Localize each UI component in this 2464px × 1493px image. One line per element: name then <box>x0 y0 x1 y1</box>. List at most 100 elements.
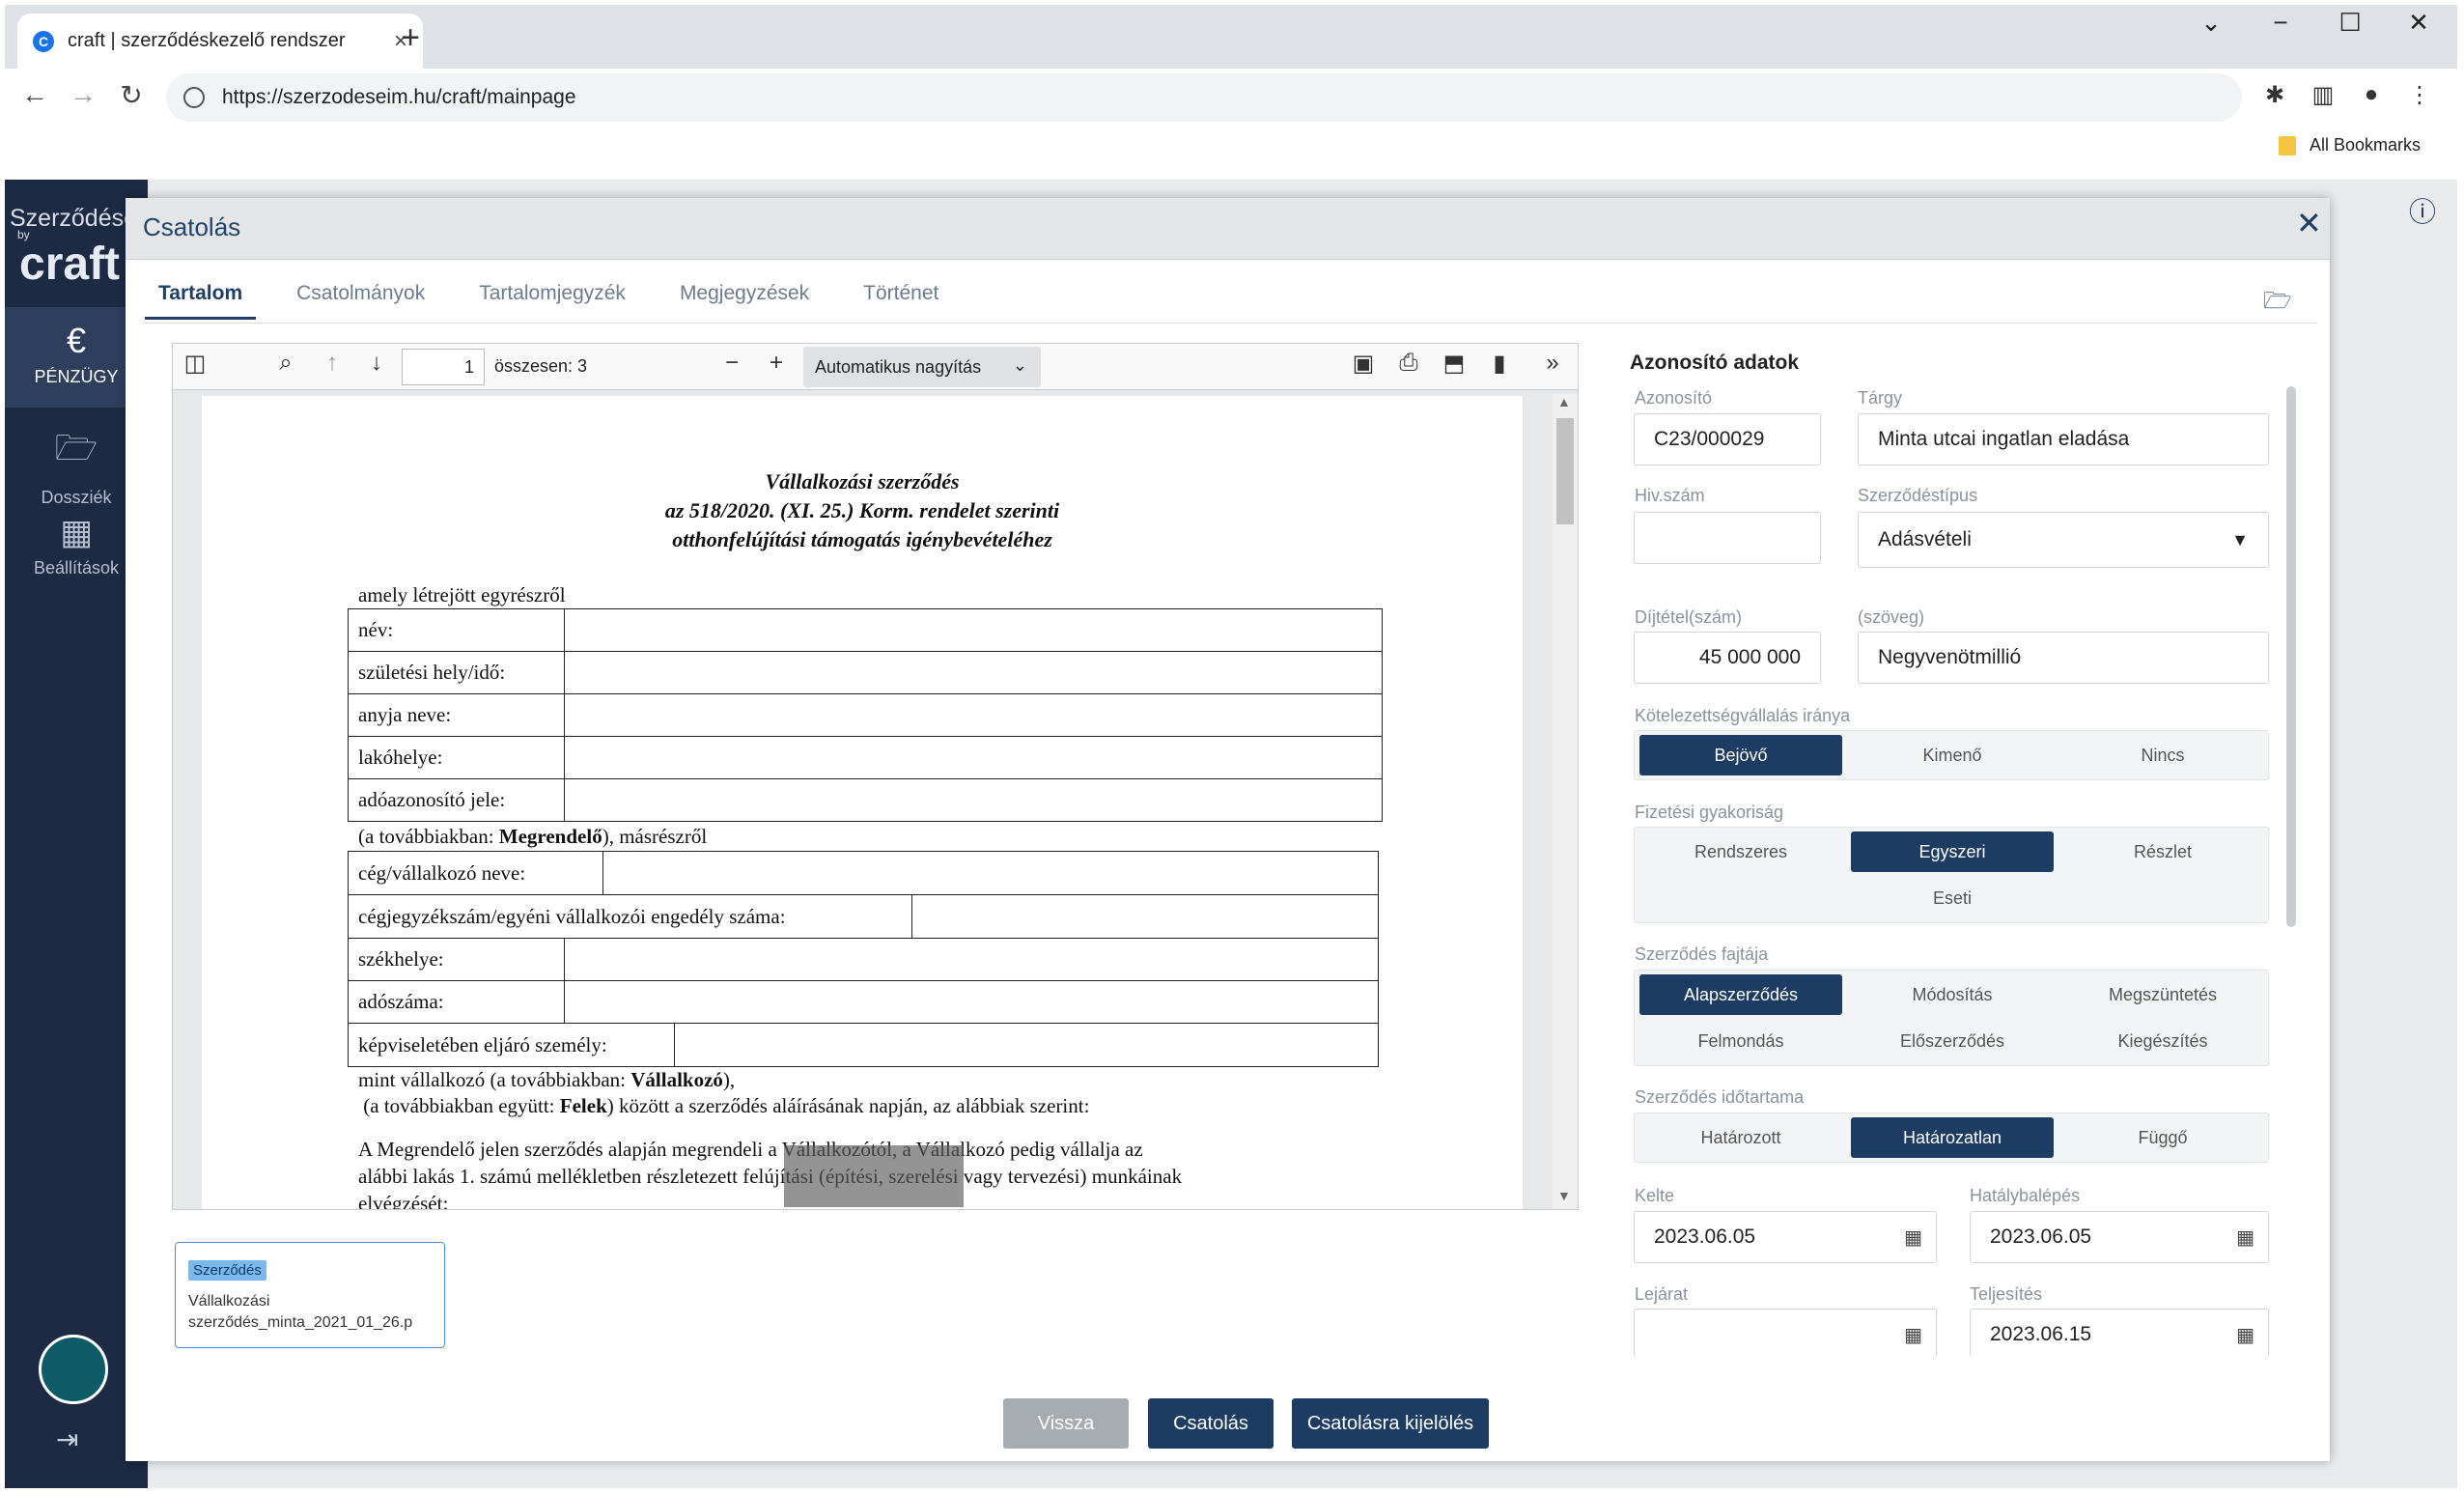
page-count: összesen: 3 <box>494 356 588 376</box>
attach-button[interactable]: Csatolás <box>1148 1398 1274 1449</box>
doc-after-2: (a továbbiakban együtt: Felek) között a … <box>358 1094 1089 1118</box>
hatalybalepes-date-input[interactable]: 2023.06.05 ▦ <box>1970 1211 2269 1263</box>
url-text: https://szerzodeseim.hu/craft/mainpage <box>222 86 576 108</box>
kelte-value: 2023.06.05 <box>1654 1225 1756 1248</box>
reload-icon[interactable]: ↻ <box>112 79 151 111</box>
dijtetel-input[interactable]: 45 000 000 <box>1634 632 1821 684</box>
szerzodestipus-label: Szerződéstípus <box>1858 486 1978 505</box>
party1-table: név: születési hely/idő: anyja neve: lak… <box>348 608 1383 822</box>
bookmarks-label: All Bookmarks <box>2310 135 2422 155</box>
table-cell <box>564 693 1383 737</box>
gyakorisag-option-rendszeres[interactable]: Rendszeres <box>1639 831 1842 872</box>
table-cell: adóazonosító jele: <box>348 778 565 822</box>
irany-segmented: Bejövő Kimenő Nincs <box>1634 730 2269 780</box>
zoom-select[interactable]: Automatikus nagyítás ⌄ <box>803 347 1041 387</box>
extensions-puzzle-icon[interactable]: ✱ <box>2255 81 2294 109</box>
attachment-type-badge: Szerződés <box>188 1260 266 1281</box>
print-icon[interactable]: ⎙ <box>1391 350 1426 377</box>
all-bookmarks[interactable]: All Bookmarks <box>2279 135 2421 155</box>
gyakorisag-option-reszlet[interactable]: Részlet <box>2061 831 2264 872</box>
next-page-icon[interactable]: ↓ <box>359 350 394 377</box>
szerzodestipus-select[interactable]: Adásvételi ▼ <box>1858 512 2269 568</box>
mark-for-attach-button[interactable]: Csatolásra kijelölés <box>1292 1398 1489 1449</box>
gyakorisag-segmented: Rendszeres Egyszeri Részlet Eseti <box>1634 827 2269 923</box>
save-icon[interactable]: ⬒ <box>1437 350 1471 378</box>
doc-heading-2: az 518/2020. (XI. 25.) Korm. rendelet sz… <box>664 498 1060 522</box>
new-tab-icon[interactable]: + <box>391 19 430 57</box>
address-bar[interactable]: https://szerzodeseim.hu/craft/mainpage <box>166 73 2242 122</box>
logout-icon[interactable]: ⇥ <box>56 1423 78 1455</box>
irany-option-nincs[interactable]: Nincs <box>2061 735 2264 775</box>
tools-chevron-icon[interactable]: » <box>1535 350 1570 377</box>
brand-logo: craft <box>19 239 121 290</box>
fajta-option-alapszerzodes[interactable]: Alapszerződés <box>1639 974 1842 1015</box>
avatar[interactable] <box>39 1335 108 1404</box>
fajta-option-megszuntetes[interactable]: Megszüntetés <box>2061 974 2264 1015</box>
sidebar-toggle-icon[interactable]: ◫ <box>178 350 212 378</box>
fajta-option-modositas[interactable]: Módosítás <box>1851 974 2054 1015</box>
pdf-floating-controls[interactable] <box>784 1145 964 1207</box>
pdf-scrollbar-thumb[interactable] <box>1556 418 1574 524</box>
idotartam-segmented: Határozott Határozatlan Függő <box>1634 1113 2269 1163</box>
fajta-option-kiegeszites[interactable]: Kiegészítés <box>2061 1021 2264 1061</box>
hivszam-input[interactable] <box>1634 512 1821 564</box>
fajta-option-eloszerzodes[interactable]: Előszerződés <box>1851 1021 2054 1061</box>
back-button[interactable]: Vissza <box>1003 1398 1129 1449</box>
tab-tartalomjegyzek[interactable]: Tartalomjegyzék <box>465 278 639 320</box>
tab-tortenet[interactable]: Történet <box>850 278 952 320</box>
table-cell: cég/vállalkozó neve: <box>348 851 1379 895</box>
tab-megjegyzesek[interactable]: Megjegyzések <box>666 278 823 320</box>
irany-option-bejovo[interactable]: Bejövő <box>1639 735 1842 775</box>
presentation-mode-icon[interactable]: ▣ <box>1346 350 1381 378</box>
tab-search-chevron-icon[interactable]: ⌄ <box>2187 8 2235 38</box>
form-scrollbar[interactable] <box>2286 386 2296 927</box>
site-info-icon[interactable] <box>183 87 205 108</box>
tab-tartalom[interactable]: Tartalom <box>145 278 257 320</box>
doc-paragraph-line-1: A Megrendelő jelen szerződés alapján meg… <box>358 1138 1143 1161</box>
teljesites-date-input[interactable]: 2023.06.15 ▦ <box>1970 1309 2269 1357</box>
kelte-date-input[interactable]: 2023.06.05 ▦ <box>1634 1211 1937 1263</box>
bookmark-icon[interactable]: ▮ <box>1482 350 1517 378</box>
text-run: ), másrészről <box>602 825 708 848</box>
table-row: lakóhelye: <box>348 736 1383 779</box>
close-window-icon[interactable]: ✕ <box>2394 8 2443 38</box>
azonosito-label: Azonosító <box>1635 388 1713 408</box>
zoom-out-icon[interactable]: − <box>714 350 749 377</box>
search-icon[interactable]: ⌕ <box>268 350 303 377</box>
nav-label: Beállítások <box>33 558 120 577</box>
azonosito-input[interactable]: C23/000029 <box>1634 413 1821 465</box>
lejarat-date-input[interactable]: ▦ <box>1634 1309 1937 1357</box>
scroll-down-icon[interactable]: ▼ <box>1557 1188 1571 1203</box>
minimize-icon[interactable]: − <box>2256 8 2305 38</box>
targy-input[interactable]: Minta utcai ingatlan eladása <box>1858 413 2269 465</box>
modal-close-icon[interactable]: ✕ <box>2296 205 2322 241</box>
help-icon[interactable]: ⓘ <box>2409 191 2436 230</box>
calendar-icon[interactable]: ▦ <box>2236 1323 2254 1347</box>
idotartam-option-fuggo[interactable]: Függő <box>2061 1117 2264 1158</box>
profile-icon[interactable]: ● <box>2352 81 2391 108</box>
calendar-icon[interactable]: ▦ <box>1904 1323 1922 1347</box>
tab-csatolmanyok[interactable]: Csatolmányok <box>283 278 438 320</box>
calendar-icon[interactable]: ▦ <box>2236 1225 2254 1250</box>
calendar-icon[interactable]: ▦ <box>1904 1225 1922 1250</box>
party2-table: cég/vállalkozó neve: cégjegyzékszám/egyé… <box>348 851 1379 1067</box>
browser-tab[interactable]: C craft | szerződéskezelő rendszer × <box>17 14 423 69</box>
scroll-up-icon[interactable]: ▲ <box>1557 394 1571 409</box>
zoom-in-icon[interactable]: + <box>759 350 794 377</box>
gyakorisag-option-eseti[interactable]: Eseti <box>1851 878 2054 918</box>
idotartam-option-hatarozott[interactable]: Határozott <box>1639 1117 1842 1158</box>
side-panel-icon[interactable]: ▥ <box>2304 81 2342 109</box>
previous-page-icon[interactable]: ↑ <box>315 350 350 377</box>
szoveg-input[interactable]: Negyvenötmillió <box>1858 632 2269 684</box>
forward-arrow-icon[interactable]: → <box>64 79 102 110</box>
gyakorisag-option-egyszeri[interactable]: Egyszeri <box>1851 831 2054 872</box>
maximize-icon[interactable]: ☐ <box>2326 8 2374 38</box>
fajta-option-felmondas[interactable]: Felmondás <box>1639 1021 1842 1061</box>
back-arrow-icon[interactable]: ← <box>15 79 54 110</box>
open-folder-icon[interactable]: 🗁 <box>2263 284 2292 324</box>
idotartam-option-hatarozatlan[interactable]: Határozatlan <box>1851 1117 2054 1158</box>
irany-option-kimeno[interactable]: Kimenő <box>1851 735 2054 775</box>
page-number-input[interactable]: 1 <box>402 349 485 385</box>
text-run: mint vállalkozó (a továbbiakban: <box>358 1068 631 1091</box>
menu-kebab-icon[interactable]: ⋮ <box>2400 81 2439 109</box>
